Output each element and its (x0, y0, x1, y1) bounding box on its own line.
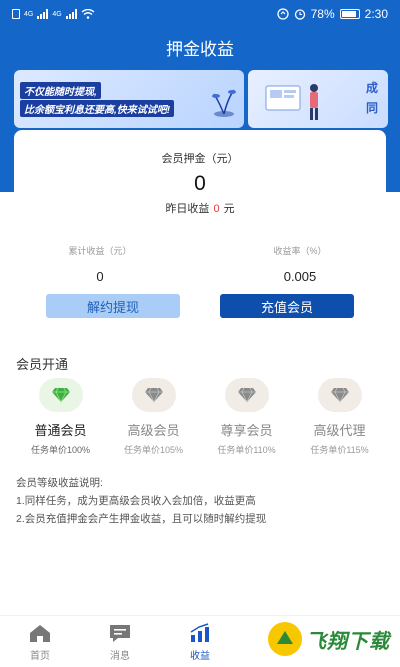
sim-icon (12, 9, 20, 19)
watermark-text: 飞翔下载 (306, 630, 390, 653)
recharge-button[interactable]: 充值会员 (220, 294, 354, 318)
signal-icon (37, 9, 49, 19)
tab-home[interactable]: 首页 (0, 616, 80, 667)
status-bar: 4G 4G 78% 2:30 (0, 0, 400, 28)
rate-label: 收益率（%） (273, 246, 327, 256)
tab-home-label: 首页 (30, 650, 50, 662)
withdraw-button[interactable]: 解约提现 (46, 294, 180, 318)
deposit-card: 会员押金（元） 0 昨日收益 0 元 (14, 130, 386, 230)
yesterday-earnings: 昨日收益 0 元 (14, 200, 386, 216)
cumulative-label: 累计收益（元） (68, 246, 132, 256)
diamond-icon (131, 378, 176, 412)
signal-icon-2 (65, 9, 77, 19)
earnings-notes: 会员等级收益说明: 1.同样任务，成为更高级会员收入会加倍，收益更高 2.会员充… (16, 474, 266, 528)
level-price: 任务单价105% (123, 445, 184, 455)
level-item-premium[interactable]: 尊享会员 任务单价110% (205, 378, 289, 456)
level-price: 任务单价100% (30, 445, 91, 455)
battery-icon (339, 9, 360, 19)
level-name: 尊享会员 (220, 423, 273, 438)
membership-section-title: 会员开通 (16, 357, 69, 372)
membership-levels: 普通会员 任务单价100% 高级会员 任务单价105% 尊享会员 任务单价110… (0, 378, 400, 456)
banner-line-2: 比余额宝利息还要高,快来试试吧! (20, 100, 175, 117)
clock: 2:30 (364, 7, 388, 21)
home-icon (27, 622, 53, 644)
yesterday-value: 0 (213, 203, 220, 215)
level-item-agent[interactable]: 高级代理 任务单价115% (298, 378, 382, 456)
level-price: 任务单价110% (217, 445, 276, 455)
chart-icon (187, 622, 213, 644)
deposit-value: 0 (194, 172, 206, 195)
level-price: 任务单价115% (310, 445, 369, 455)
status-right: 78% 2:30 (276, 7, 388, 21)
level-item-advanced[interactable]: 高级会员 任务单价105% (112, 378, 196, 456)
earnings-stats: 累计收益（元） 0 收益率（%） 0.005 (0, 244, 400, 284)
yesterday-label: 昨日收益 (165, 203, 210, 215)
tab-messages[interactable]: 消息 (80, 616, 160, 667)
notes-title: 会员等级收益说明: (16, 477, 103, 489)
promo-banner-secondary[interactable]: 成同 (248, 70, 388, 128)
diamond-icon (317, 378, 362, 412)
promo-banner[interactable]: 不仅能随时提现, 比余额宝利息还要高,快来试试吧! (14, 70, 244, 128)
network-type-2: 4G (52, 10, 62, 18)
diamond-icon (38, 378, 83, 412)
status-left: 4G 4G (12, 9, 95, 19)
page-title: 押金收益 (166, 40, 234, 59)
banner-line-1: 不仅能随时提现, (20, 82, 101, 99)
banner-side-text: 成同 (366, 81, 379, 115)
banner-person-icon (265, 84, 318, 120)
yesterday-unit: 元 (223, 203, 235, 215)
data-saver-icon (276, 8, 289, 20)
cumulative-value: 0 (96, 269, 104, 284)
level-name: 高级代理 (313, 423, 366, 438)
network-type-1: 4G (24, 10, 34, 18)
deposit-label: 会员押金（元） (161, 153, 239, 165)
diamond-icon (224, 378, 269, 412)
tab-earnings[interactable]: 收益 (160, 616, 240, 667)
tab-earnings-label: 收益 (190, 650, 210, 662)
banner-plant-icon (212, 89, 236, 117)
tab-messages-label: 消息 (110, 650, 130, 662)
cumulative-stat: 累计收益（元） 0 (0, 244, 200, 284)
rate-value: 0.005 (283, 269, 317, 284)
level-item-standard[interactable]: 普通会员 任务单价100% (19, 378, 103, 456)
watermark-badge-icon (268, 622, 302, 656)
watermark-logo: 飞翔下载 (268, 617, 392, 661)
message-icon (107, 622, 133, 644)
battery-percent: 78% (310, 7, 335, 21)
wifi-icon (81, 9, 95, 19)
level-name: 高级会员 (127, 423, 180, 438)
notes-line-2: 2.会员充值押金会产生押金收益，且可以随时解约提现 (16, 513, 267, 525)
notes-line-1: 1.同样任务，成为更高级会员收入会加倍，收益更高 (16, 495, 256, 507)
rate-stat: 收益率（%） 0.005 (200, 244, 400, 284)
level-name: 普通会员 (34, 423, 87, 438)
alarm-icon (294, 9, 305, 20)
